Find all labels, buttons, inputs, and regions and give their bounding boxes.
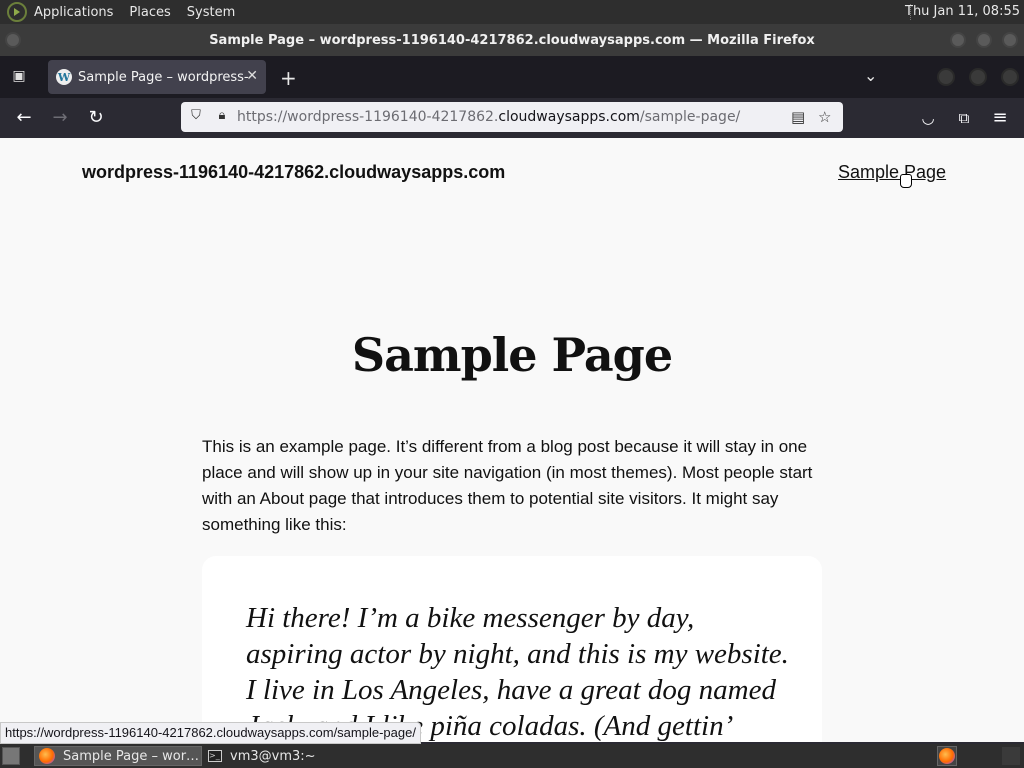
window-control-icon[interactable] [1001, 68, 1019, 86]
page-title: Sample Page [351, 328, 673, 382]
url-bar[interactable]: ⛉ 🔒︎ https://wordpress-1196140-4217862.c… [181, 102, 843, 132]
page-content: wordpress-1196140-4217862.cloudwaysapps.… [0, 138, 1024, 742]
top-panel: Applications Places System Thu Jan 11, 0… [0, 0, 1024, 24]
back-icon[interactable]: ← [12, 106, 36, 130]
taskbar-item-firefox[interactable]: Sample Page – wor… [34, 746, 202, 766]
firefox-icon [939, 748, 955, 764]
window-menu-icon[interactable] [5, 32, 21, 48]
tab-label: Sample Page – wordpress-1196140-4217862.… [78, 69, 248, 85]
navigation-toolbar: ← → ↻ ⛉ 🔒︎ https://wordpress-1196140-421… [0, 98, 1024, 138]
clock[interactable]: Thu Jan 11, 08:55 [905, 4, 1020, 19]
distro-logo-icon[interactable] [7, 2, 27, 22]
taskbar-item-label: Sample Page – wor… [63, 748, 200, 764]
wordpress-icon: W [56, 69, 72, 85]
applications-menu[interactable]: Applications [34, 5, 113, 20]
new-tab-button[interactable]: + [280, 66, 297, 90]
menu-icon[interactable]: ≡ [988, 106, 1012, 130]
url-text[interactable]: https://wordpress-1196140-4217862.cloudw… [237, 109, 740, 125]
firefox-view-icon[interactable]: ▣ [10, 68, 28, 86]
taskbar-item-terminal[interactable]: >_ vm3@vm3:~ [204, 746, 374, 766]
places-menu[interactable]: Places [129, 5, 170, 20]
extensions-icon[interactable]: ⧉ [952, 106, 976, 130]
tab-sample-page[interactable]: W Sample Page – wordpress-1196140-421786… [48, 60, 266, 94]
status-link-preview: https://wordpress-1196140-4217862.cloudw… [0, 722, 421, 744]
bottom-taskbar: Sample Page – wor… >_ vm3@vm3:~ [0, 744, 1024, 768]
lock-icon[interactable]: 🔒︎ [213, 108, 231, 126]
firefox-icon [39, 748, 55, 764]
pocket-icon[interactable]: ◡ [916, 106, 940, 130]
taskbar-item-label: vm3@vm3:~ [230, 748, 316, 764]
minimize-icon[interactable] [950, 32, 966, 48]
reader-view-icon[interactable]: ▤ [791, 108, 805, 126]
nav-link-sample-page[interactable]: Sample Page [838, 162, 946, 183]
hand-cursor-icon [900, 174, 912, 188]
maximize-icon[interactable] [976, 32, 992, 48]
window-control-icon[interactable] [969, 68, 987, 86]
window-control-icon[interactable] [937, 68, 955, 86]
window-titlebar[interactable]: Sample Page – wordpress-1196140-4217862.… [0, 24, 1024, 56]
close-window-icon[interactable] [1002, 32, 1018, 48]
bookmark-star-icon[interactable]: ☆ [818, 108, 831, 126]
show-desktop-icon[interactable] [2, 747, 20, 765]
quote-text: Hi there! I’m a bike messenger by day, a… [246, 602, 789, 742]
terminal-icon: >_ [208, 750, 222, 762]
window-title: Sample Page – wordpress-1196140-4217862.… [209, 32, 815, 48]
list-all-tabs-icon[interactable]: ⌄ [864, 66, 877, 85]
system-menu[interactable]: System [187, 5, 235, 20]
pull-quote: Hi there! I’m a bike messenger by day, a… [202, 556, 822, 742]
site-title[interactable]: wordpress-1196140-4217862.cloudwaysapps.… [82, 162, 505, 183]
close-tab-icon[interactable]: ✕ [246, 68, 258, 84]
forward-icon[interactable]: → [48, 106, 72, 130]
reload-icon[interactable]: ↻ [84, 106, 108, 130]
shield-icon[interactable]: ⛉ [187, 108, 205, 126]
workspace-switcher[interactable] [937, 746, 957, 766]
tab-strip: ▣ W Sample Page – wordpress-1196140-4217… [0, 56, 1024, 98]
trash-icon[interactable] [1002, 747, 1020, 765]
intro-paragraph: This is an example page. It’s different … [202, 437, 813, 534]
